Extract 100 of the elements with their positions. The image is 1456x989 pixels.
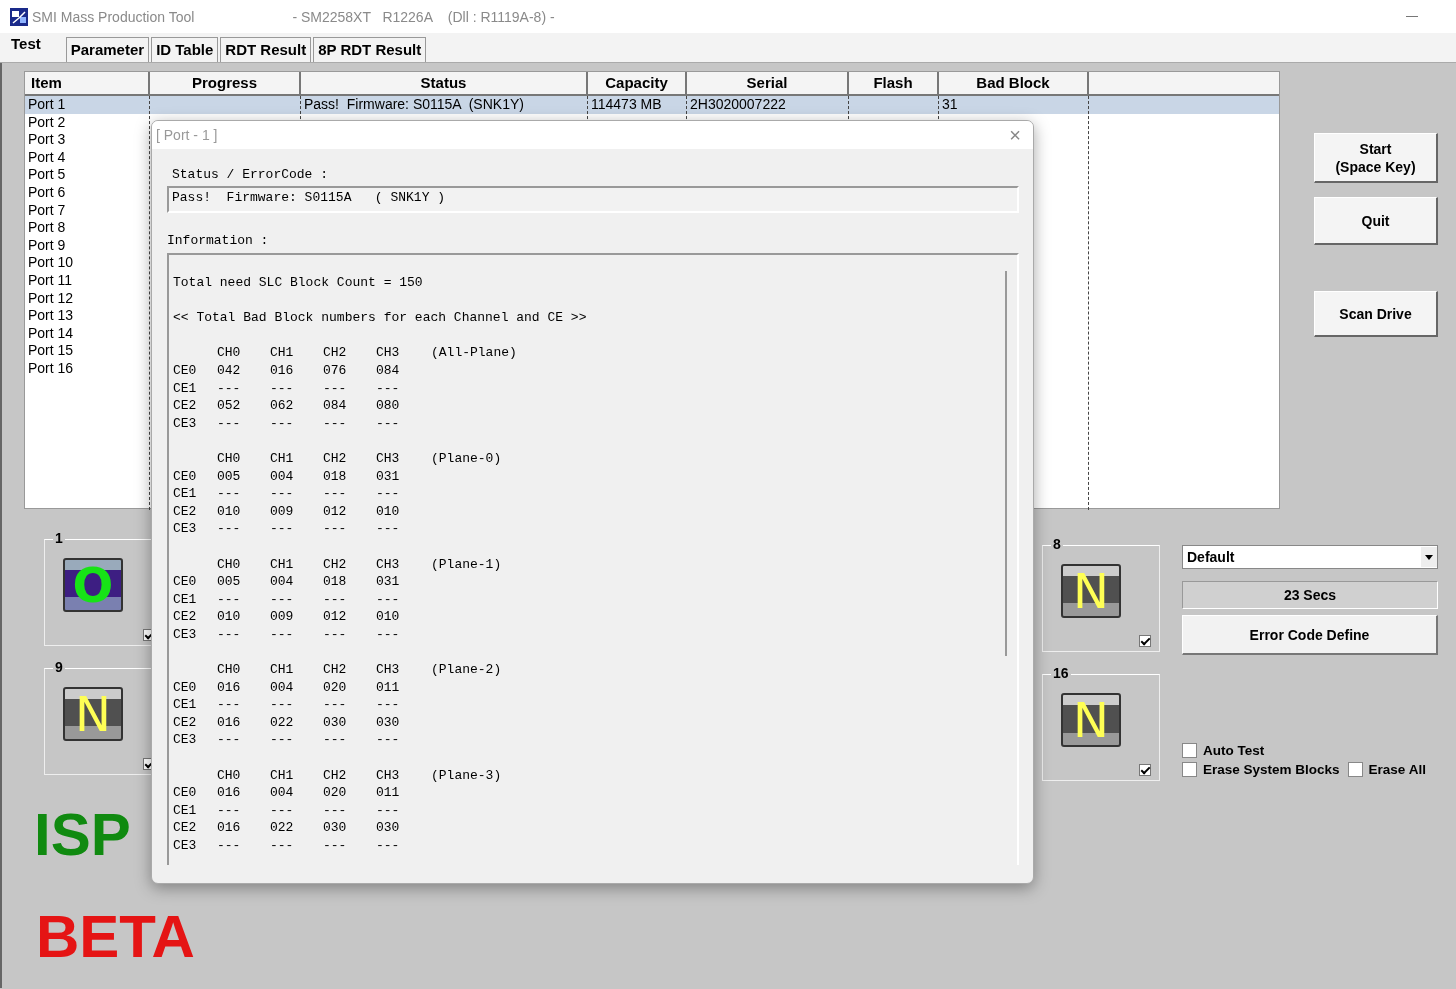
count-value: ---: [217, 696, 242, 714]
count-value: ---: [270, 801, 295, 820]
status-field[interactable]: Pass! Firmware: S0115A ( SNK1Y ): [167, 186, 1019, 213]
checkbox[interactable]: [1347, 762, 1363, 777]
count-value: 012: [323, 502, 348, 521]
count-value: 022: [270, 713, 295, 732]
checkbox-label[interactable]: Auto Test: [1203, 743, 1265, 758]
plane-label: (Plane-3): [431, 766, 503, 785]
count-value: ---: [376, 590, 401, 609]
field-label: Information :: [167, 233, 270, 249]
scan-drive-button[interactable]: Scan Drive: [1314, 291, 1438, 337]
count-value: 042: [217, 361, 242, 380]
count-value: ---: [270, 731, 295, 750]
count-value: ---: [270, 696, 295, 714]
tab[interactable]: 8P RDT Result: [313, 37, 427, 62]
error-code-define-button[interactable]: Error Code Define: [1182, 615, 1438, 655]
start-button[interactable]: Start (Space Key): [1314, 133, 1438, 183]
tab[interactable]: ID Table: [151, 37, 219, 62]
column-header[interactable]: Flash: [849, 72, 939, 94]
table-cell: Port 6: [28, 183, 66, 200]
count-value: ---: [217, 837, 242, 855]
count-value: 018: [323, 467, 348, 486]
table-cell: Port 9: [28, 236, 66, 253]
selected-row[interactable]: Port 1 Pass! Firmware: S0115A (SNK1Y) 114473 MB 2H3020007222 31: [25, 96, 1279, 114]
information-text-area[interactable]: [167, 253, 1019, 865]
count-value: 016: [217, 819, 242, 837]
table-cell: Port 3: [28, 131, 66, 148]
close-button[interactable]: ×: [1005, 123, 1025, 147]
count-value: 030: [376, 713, 401, 732]
status-indicator: N: [63, 687, 123, 741]
count-value: ---: [323, 731, 348, 750]
channel-header: CH0: [217, 766, 242, 785]
checkbox[interactable]: [1182, 743, 1197, 758]
checkbox[interactable]: [1139, 764, 1151, 776]
count-value: ---: [323, 590, 348, 609]
count-value: 030: [323, 713, 348, 732]
count-value: 076: [323, 361, 348, 380]
column-header[interactable]: Item: [25, 72, 150, 94]
count-value: 022: [270, 819, 295, 837]
quit-button[interactable]: Quit: [1314, 197, 1438, 245]
count-value: 004: [270, 678, 295, 697]
count-value: ---: [217, 485, 242, 503]
channel-header: CH3: [376, 555, 401, 574]
profile-dropdown[interactable]: Default: [1182, 545, 1438, 569]
count-value: 010: [376, 502, 401, 521]
count-value: ---: [323, 379, 348, 398]
ce-label: CE0: [173, 678, 198, 697]
ce-label: CE1: [173, 379, 198, 398]
column-header[interactable]: Progress: [150, 72, 301, 94]
count-value: ---: [217, 590, 242, 609]
port-number: 16: [1051, 665, 1071, 681]
table-cell: Port 13: [28, 307, 74, 324]
channel-header: CH0: [217, 661, 242, 679]
checkbox-label[interactable]: Erase System Blocks: [1203, 762, 1340, 777]
count-value: ---: [323, 696, 348, 714]
column-header[interactable]: Status: [301, 72, 588, 94]
tab[interactable]: RDT Result: [220, 37, 312, 62]
count-value: ---: [323, 801, 348, 820]
count-value: ---: [323, 837, 348, 855]
checkbox-label[interactable]: Erase All: [1368, 762, 1426, 777]
scrollbar[interactable]: [1005, 271, 1007, 656]
count-value: ---: [270, 520, 295, 538]
count-value: 020: [323, 678, 348, 697]
count-value: ---: [376, 485, 401, 503]
count-value: 009: [270, 502, 295, 521]
count-value: ---: [270, 379, 295, 398]
count-value: 084: [376, 361, 401, 380]
port-number: 9: [53, 659, 65, 675]
info-line: << Total Bad Block numbers for each Channel and CE >>: [173, 309, 588, 327]
table-cell: 2H3020007222: [690, 96, 786, 112]
checkbox[interactable]: [1182, 762, 1197, 777]
window-title: SMI Mass Production Tool: [32, 8, 195, 25]
window-subtitle: - SM2258XT R1226A (Dll : R1119A-8) -: [292, 8, 555, 25]
ce-label: CE1: [173, 801, 198, 820]
count-value: ---: [270, 837, 295, 855]
app-icon: [10, 7, 28, 26]
count-value: ---: [323, 485, 348, 503]
plane-label: (Plane-1): [431, 555, 503, 574]
count-value: 005: [217, 467, 242, 486]
count-value: 010: [376, 608, 401, 626]
channel-header: CH1: [270, 766, 295, 785]
tab[interactable]: Parameter: [65, 37, 150, 62]
column-header[interactable]: Bad Block: [939, 72, 1089, 94]
count-value: ---: [376, 414, 401, 433]
column-header[interactable]: Capacity: [588, 72, 687, 94]
table-cell: Port 16: [28, 359, 74, 376]
table-cell: Port 1: [28, 96, 66, 112]
channel-header: CH1: [270, 661, 295, 679]
ce-label: CE2: [173, 397, 198, 415]
count-value: 004: [270, 573, 295, 591]
checkbox[interactable]: [1139, 635, 1151, 647]
ce-label: CE0: [173, 784, 198, 802]
table-cell: Port 4: [28, 148, 66, 165]
ce-label: CE3: [173, 731, 198, 750]
count-value: 052: [217, 397, 242, 415]
count-value: ---: [376, 520, 401, 538]
ce-label: CE3: [173, 520, 198, 538]
table-cell: Pass! Firmware: S0115A (SNK1Y): [304, 96, 524, 112]
count-value: 031: [376, 467, 401, 486]
column-header[interactable]: Serial: [687, 72, 849, 94]
